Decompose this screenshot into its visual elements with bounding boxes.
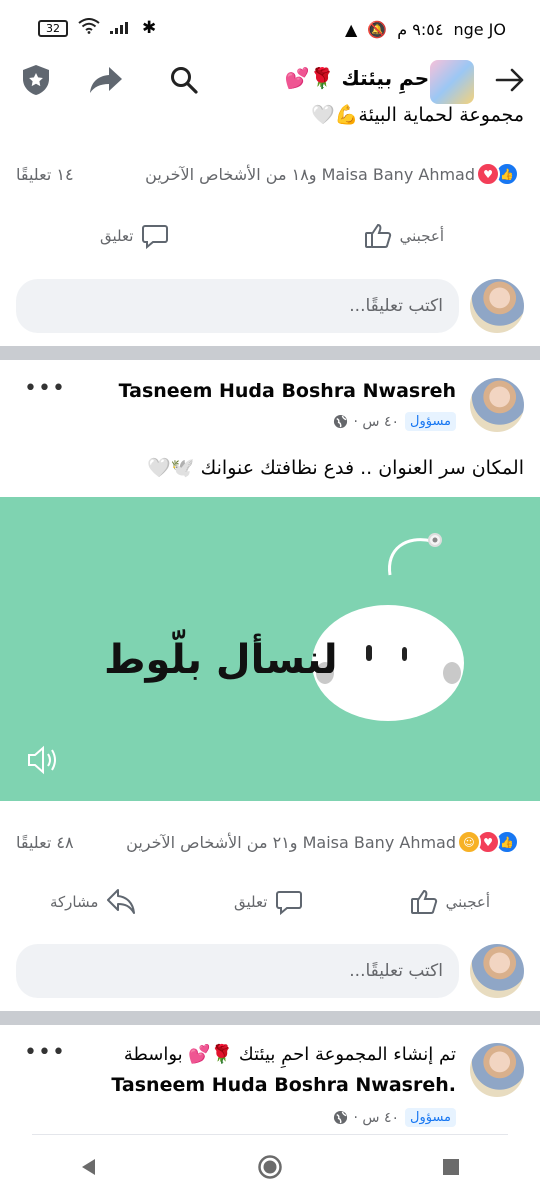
search-button[interactable] [162, 58, 206, 102]
mute-icon: 🔕 [367, 20, 388, 39]
post2-author-avatar[interactable] [470, 378, 524, 432]
post2-reaction-bar[interactable]: 👍 ♥ ☺ Maisa Bany Ahmad و٢١ من الأشخاص ال… [16, 830, 524, 854]
post2-share-label: مشاركة [50, 893, 99, 911]
post2-comment-input[interactable]: اكتب تعليقًا... [16, 944, 459, 998]
group-title[interactable]: احمِ بيئتك 🌹💕 [285, 66, 436, 90]
bluetooth-icon: ✱ [142, 18, 157, 38]
nav-home-button[interactable] [257, 1154, 283, 1184]
post3-meta: مسؤول ٤٠ س · [333, 1108, 456, 1127]
post3-more-options[interactable]: ••• [24, 1040, 66, 1065]
status-carrier: nge JO [453, 20, 506, 39]
post2-comment-label: تعليق [234, 893, 268, 911]
post2-like-label: أعجبني [445, 893, 490, 911]
circle-home-icon [258, 1155, 282, 1179]
post2-comment-button[interactable]: تعليق [234, 888, 303, 916]
love-reaction-icon: ♥ [476, 162, 500, 186]
nav-recents-button[interactable] [441, 1157, 461, 1181]
current-user-avatar[interactable] [470, 944, 524, 998]
post1-comment-input[interactable]: اكتب تعليقًا... [16, 279, 459, 333]
post1-reactors[interactable]: Maisa Bany Ahmad و١٨ من الأشخاص الآخرين [145, 165, 475, 184]
status-time: ٩:٥٤ م [397, 20, 444, 39]
post-separator [0, 346, 540, 360]
post2-more-options[interactable]: ••• [24, 376, 66, 401]
post2-reactors[interactable]: Maisa Bany Ahmad و٢١ من الأشخاص الآخرين [126, 833, 456, 852]
square-recents-icon [443, 1159, 459, 1175]
admin-badge: مسؤول [405, 1108, 456, 1127]
globe-icon [333, 414, 347, 429]
post2-share-button[interactable]: مشاركة [50, 888, 136, 916]
android-navigation-bar [0, 1138, 540, 1200]
post2-author-name[interactable]: Tasneem Huda Boshra Nwasreh [119, 380, 456, 402]
share-group-button[interactable] [84, 58, 128, 102]
post3-line1: تم إنشاء المجموعة احمِ بيئتك 🌹💕 بواسطة [123, 1044, 456, 1065]
post2-text: المكان سر العنوان .. فدع نظافتك عنوانك 🕊… [147, 457, 524, 479]
post3-time[interactable]: ٤٠ س · [354, 1110, 400, 1126]
battery-icon: 32 [38, 19, 68, 37]
post2-meta: مسؤول ٤٠ س · [333, 412, 456, 431]
current-user-avatar[interactable] [470, 279, 524, 333]
post2-video[interactable]: لنسأل بلّوط [0, 497, 540, 801]
search-icon [171, 67, 198, 94]
post2-like-button[interactable]: أعجبني [410, 888, 490, 916]
admin-shield-button[interactable] [14, 58, 58, 102]
post2-time[interactable]: ٤٠ س · [354, 414, 400, 430]
back-button[interactable] [488, 58, 532, 102]
globe-icon [333, 1110, 347, 1125]
share-icon [107, 889, 136, 914]
nav-back-button[interactable] [79, 1157, 99, 1181]
mute-toggle[interactable] [26, 745, 60, 779]
post2-comment-count[interactable]: ٤٨ تعليقًا [16, 833, 74, 852]
status-left: 32 ✱ [38, 18, 156, 38]
share-arrow-icon [90, 67, 122, 93]
post1-reaction-bar[interactable]: 👍 ♥ Maisa Bany Ahmad و١٨ من الأشخاص الآخ… [16, 162, 524, 186]
post1-text-tail: مجموعة لحماية البيئة💪🤍 [311, 104, 524, 126]
triangle-back-icon [82, 1159, 95, 1175]
care-reaction-icon: ☺ [457, 830, 481, 854]
admin-badge: مسؤول [405, 412, 456, 431]
signal-icon [110, 19, 132, 38]
status-right: ▲ 🔕 ٩:٥٤ م nge JO [345, 20, 506, 39]
divider [32, 1134, 508, 1135]
alert-icon: ▲ [345, 20, 358, 39]
post1-comment-count[interactable]: ١٤ تعليقًا [16, 165, 74, 184]
wifi-icon [78, 18, 100, 38]
post3-author-avatar[interactable] [470, 1043, 524, 1097]
thumbs-up-icon [364, 223, 391, 248]
post3-author-name[interactable]: Tasneem Huda Boshra Nwasreh. [111, 1074, 456, 1096]
status-bar: 32 ✱ ▲ 🔕 ٩:٥٤ م nge JO [0, 0, 540, 58]
post1-comment-button[interactable]: تعليق [100, 222, 169, 250]
post1-like-button[interactable]: أعجبني [364, 222, 444, 250]
arrow-right-icon [495, 68, 524, 92]
shield-icon [23, 65, 49, 95]
speaker-icon [28, 745, 56, 775]
post-separator [0, 1011, 540, 1025]
thumbs-up-icon [410, 889, 437, 914]
video-caption: لنسأل بلّوط [104, 637, 338, 683]
post1-like-label: أعجبني [399, 227, 444, 245]
comment-bubble-icon [276, 891, 303, 916]
post1-comment-label: تعليق [100, 227, 134, 245]
comment-bubble-icon [142, 225, 169, 250]
